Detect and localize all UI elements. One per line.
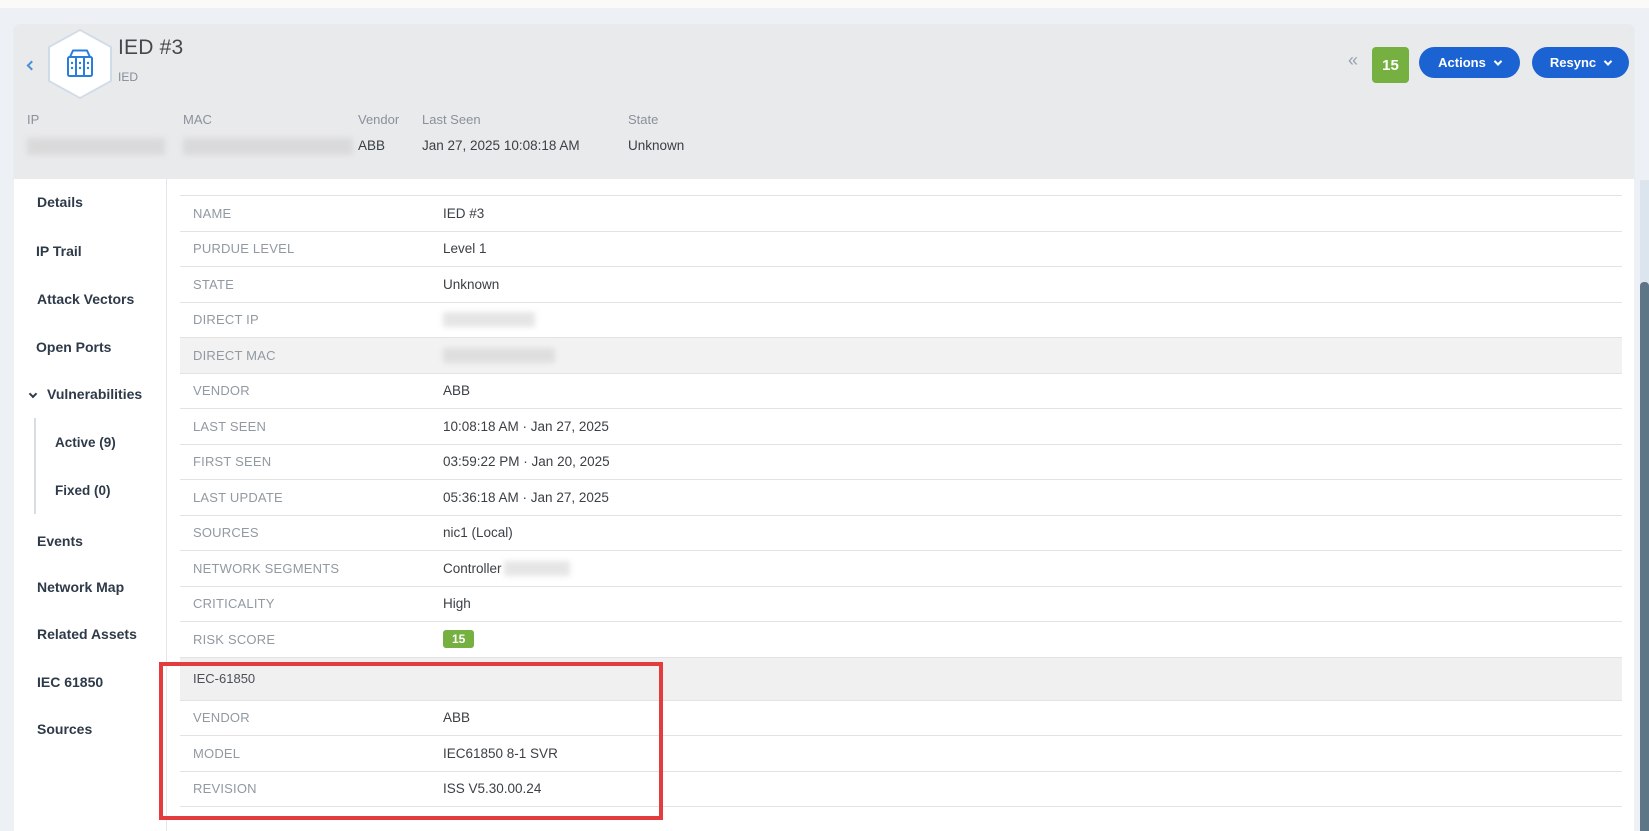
sidebar-item-open-ports[interactable]: Open Ports [36, 339, 111, 355]
row-value: nic1 (Local) [443, 525, 513, 540]
resync-button[interactable]: Resync [1532, 47, 1629, 78]
sidebar-item-iec-61850[interactable]: IEC 61850 [37, 674, 103, 690]
asset-type-label: IED [118, 70, 138, 84]
table-row: SOURCES nic1 (Local) [180, 515, 1622, 551]
row-label: STATE [180, 277, 443, 292]
chevron-down-icon [1604, 57, 1612, 65]
row-label: VENDOR [180, 710, 443, 725]
row-label: NAME [180, 206, 443, 221]
info-label-state: State [628, 112, 658, 127]
risk-score-badge: 15 [1372, 47, 1409, 83]
collapse-panel-button[interactable]: « [1348, 50, 1358, 70]
sidebar-item-network-map[interactable]: Network Map [37, 579, 124, 595]
info-value-state: Unknown [628, 138, 684, 153]
iec-61850-section-header: IEC-61850 [180, 657, 1622, 700]
row-label: DIRECT IP [180, 312, 443, 327]
info-label-vendor: Vendor [358, 112, 399, 127]
row-value: 05:36:18 AM · Jan 27, 2025 [443, 490, 609, 505]
row-label: RISK SCORE [180, 632, 443, 647]
row-label: VENDOR [180, 383, 443, 398]
row-label: NETWORK SEGMENTS [180, 561, 443, 576]
row-value: 15 [443, 630, 474, 648]
row-value: IED #3 [443, 206, 484, 221]
sidebar-item-events[interactable]: Events [37, 533, 83, 549]
row-label: CRITICALITY [180, 596, 443, 611]
table-row: FIRST SEEN 03:59:22 PM · Jan 20, 2025 [180, 444, 1622, 480]
row-value: IEC61850 8-1 SVR [443, 746, 558, 761]
chevron-down-icon [1494, 57, 1502, 65]
sidebar-item-attack-vectors[interactable]: Attack Vectors [37, 291, 134, 307]
info-value-ip [27, 138, 165, 155]
row-label: DIRECT MAC [180, 348, 443, 363]
info-label-ip: IP [27, 112, 39, 127]
table-row: DIRECT IP [180, 302, 1622, 338]
row-label: PURDUE LEVEL [180, 241, 443, 256]
table-row: VENDOR ABB [180, 700, 1622, 736]
row-value: 03:59:22 PM · Jan 20, 2025 [443, 454, 610, 469]
table-bottom-border [180, 806, 1622, 807]
resync-button-label: Resync [1550, 55, 1596, 70]
table-row: LAST UPDATE 05:36:18 AM · Jan 27, 2025 [180, 479, 1622, 515]
table-row: NAME IED #3 [180, 195, 1622, 231]
table-row: RISK SCORE 15 [180, 621, 1622, 657]
info-label-mac: MAC [183, 112, 212, 127]
row-label: MODEL [180, 746, 443, 761]
back-button[interactable] [22, 56, 40, 74]
sidebar-indent-line [34, 418, 36, 514]
chevron-down-icon [29, 390, 37, 398]
table-row: NETWORK SEGMENTS Controller [180, 550, 1622, 586]
redacted-mac-value [183, 138, 353, 155]
row-value: Unknown [443, 277, 499, 292]
row-label: SOURCES [180, 525, 443, 540]
page-title: IED #3 [118, 36, 183, 60]
sidebar-item-vulnerabilities-active[interactable]: Active (9) [55, 435, 116, 450]
table-row: DIRECT MAC [180, 337, 1622, 373]
row-value: Controller [443, 561, 570, 576]
table-row: LAST SEEN 10:08:18 AM · Jan 27, 2025 [180, 408, 1622, 444]
info-value-mac [183, 138, 353, 155]
row-value: Level 1 [443, 241, 487, 256]
row-value: ABB [443, 710, 470, 725]
table-row: VENDOR ABB [180, 373, 1622, 409]
row-value [443, 312, 535, 327]
sidebar-item-ip-trail[interactable]: IP Trail [36, 243, 82, 259]
row-label: REVISION [180, 781, 443, 796]
sidebar-item-vulnerabilities[interactable]: Vulnerabilities [30, 386, 142, 402]
chevron-left-icon [26, 60, 36, 70]
info-value-last-seen: Jan 27, 2025 10:08:18 AM [422, 138, 580, 153]
redacted-direct-ip-value [443, 312, 535, 327]
row-value: ABB [443, 383, 470, 398]
row-value: ISS V5.30.00.24 [443, 781, 541, 796]
sidebar-item-sources[interactable]: Sources [37, 721, 92, 737]
redacted-network-segment-value [504, 561, 570, 576]
row-value: High [443, 596, 471, 611]
top-strip [0, 0, 1649, 8]
actions-button[interactable]: Actions [1419, 47, 1520, 78]
actions-button-label: Actions [1438, 55, 1486, 70]
row-label: LAST UPDATE [180, 490, 443, 505]
row-label: FIRST SEEN [180, 454, 443, 469]
redacted-direct-mac-value [443, 348, 555, 363]
details-table: NAME IED #3 PURDUE LEVEL Level 1 STATE U… [180, 195, 1622, 807]
row-label: LAST SEEN [180, 419, 443, 434]
network-segment-value: Controller [443, 561, 502, 576]
sidebar-item-details[interactable]: Details [37, 194, 83, 210]
section-title: IEC-61850 [180, 671, 255, 686]
row-value: 10:08:18 AM · Jan 27, 2025 [443, 419, 609, 434]
info-value-vendor: ABB [358, 138, 385, 153]
table-row: PURDUE LEVEL Level 1 [180, 231, 1622, 267]
row-value [443, 348, 555, 363]
sidebar-item-related-assets[interactable]: Related Assets [37, 626, 137, 642]
table-row: STATE Unknown [180, 266, 1622, 302]
ied-device-icon [50, 31, 110, 97]
sidebar-divider [166, 179, 167, 831]
table-row: CRITICALITY High [180, 586, 1622, 622]
table-row: REVISION ISS V5.30.00.24 [180, 771, 1622, 807]
risk-score-value-badge: 15 [443, 630, 474, 648]
sidebar-item-vulnerabilities-fixed[interactable]: Fixed (0) [55, 483, 111, 498]
redacted-ip-value [27, 138, 165, 155]
info-label-last-seen: Last Seen [422, 112, 481, 127]
table-row: MODEL IEC61850 8-1 SVR [180, 735, 1622, 771]
scrollbar-thumb[interactable] [1640, 282, 1649, 831]
